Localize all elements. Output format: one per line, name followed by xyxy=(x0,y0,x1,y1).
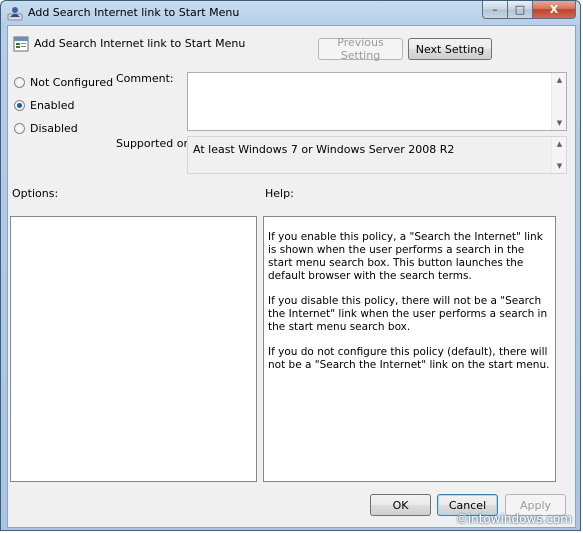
scroll-down-arrow-icon[interactable]: ▼ xyxy=(552,159,567,173)
ok-button[interactable]: OK xyxy=(370,494,431,516)
supported-scrollbar[interactable]: ▲ ▼ xyxy=(551,137,566,173)
disabled-radio-icon xyxy=(14,123,25,134)
title-bar[interactable]: Add Search Internet link to Start Menu –… xyxy=(1,1,582,25)
comment-field[interactable]: ▲ ▼ xyxy=(187,72,567,131)
scroll-up-arrow-icon[interactable]: ▲ xyxy=(552,137,567,151)
supported-on-value: At least Windows 7 or Windows Server 200… xyxy=(193,143,455,156)
close-button[interactable]: X xyxy=(533,1,576,19)
help-paragraph-default: If you do not configure this policy (def… xyxy=(268,346,550,371)
options-pane xyxy=(10,216,257,482)
radio-not-configured[interactable]: Not Configured xyxy=(14,76,113,89)
supported-on-field: At least Windows 7 or Windows Server 200… xyxy=(187,136,567,174)
minimize-icon: – xyxy=(492,3,498,16)
minimize-button[interactable]: – xyxy=(482,1,508,19)
supported-on-label: Supported on: xyxy=(116,137,195,150)
enabled-radio-icon xyxy=(14,100,25,111)
close-icon: X xyxy=(549,3,559,16)
watermark-text: ©intowindows.com xyxy=(455,512,572,526)
dialog-client-area: Add Search Internet link to Start Menu P… xyxy=(7,25,576,528)
help-paragraph-enable: If you enable this policy, a "Search the… xyxy=(268,231,543,282)
help-paragraph-disable: If you disable this policy, there will n… xyxy=(268,295,548,333)
not-configured-label: Not Configured xyxy=(30,76,114,89)
previous-setting-button[interactable]: Previous Setting xyxy=(318,36,403,62)
radio-disabled[interactable]: Disabled xyxy=(14,122,78,135)
maximize-button[interactable]: □ xyxy=(508,1,533,19)
help-text: If you enable this policy, a "Search the… xyxy=(268,231,550,384)
policy-dialog-window: Add Search Internet link to Start Menu –… xyxy=(0,0,581,531)
comment-label: Comment: xyxy=(116,72,174,85)
radio-enabled[interactable]: Enabled xyxy=(14,99,74,112)
not-configured-radio-icon xyxy=(14,77,25,88)
window-title: Add Search Internet link to Start Menu xyxy=(28,6,240,19)
maximize-icon: □ xyxy=(514,3,526,16)
scroll-down-arrow-icon[interactable]: ▼ xyxy=(552,116,567,130)
next-setting-button[interactable]: Next Setting xyxy=(408,38,492,60)
help-pane[interactable]: If you enable this policy, a "Search the… xyxy=(263,216,556,482)
options-label: Options: xyxy=(12,187,59,200)
enabled-label: Enabled xyxy=(30,99,75,112)
help-label: Help: xyxy=(265,187,294,200)
comment-scrollbar[interactable]: ▲ ▼ xyxy=(551,73,566,130)
policy-person-icon xyxy=(7,7,23,21)
setting-title: Add Search Internet link to Start Menu xyxy=(34,37,246,50)
scroll-up-arrow-icon[interactable]: ▲ xyxy=(552,73,567,87)
caption-buttons: – □ X xyxy=(482,1,576,19)
disabled-label: Disabled xyxy=(30,122,78,135)
policy-setting-icon xyxy=(13,36,29,52)
